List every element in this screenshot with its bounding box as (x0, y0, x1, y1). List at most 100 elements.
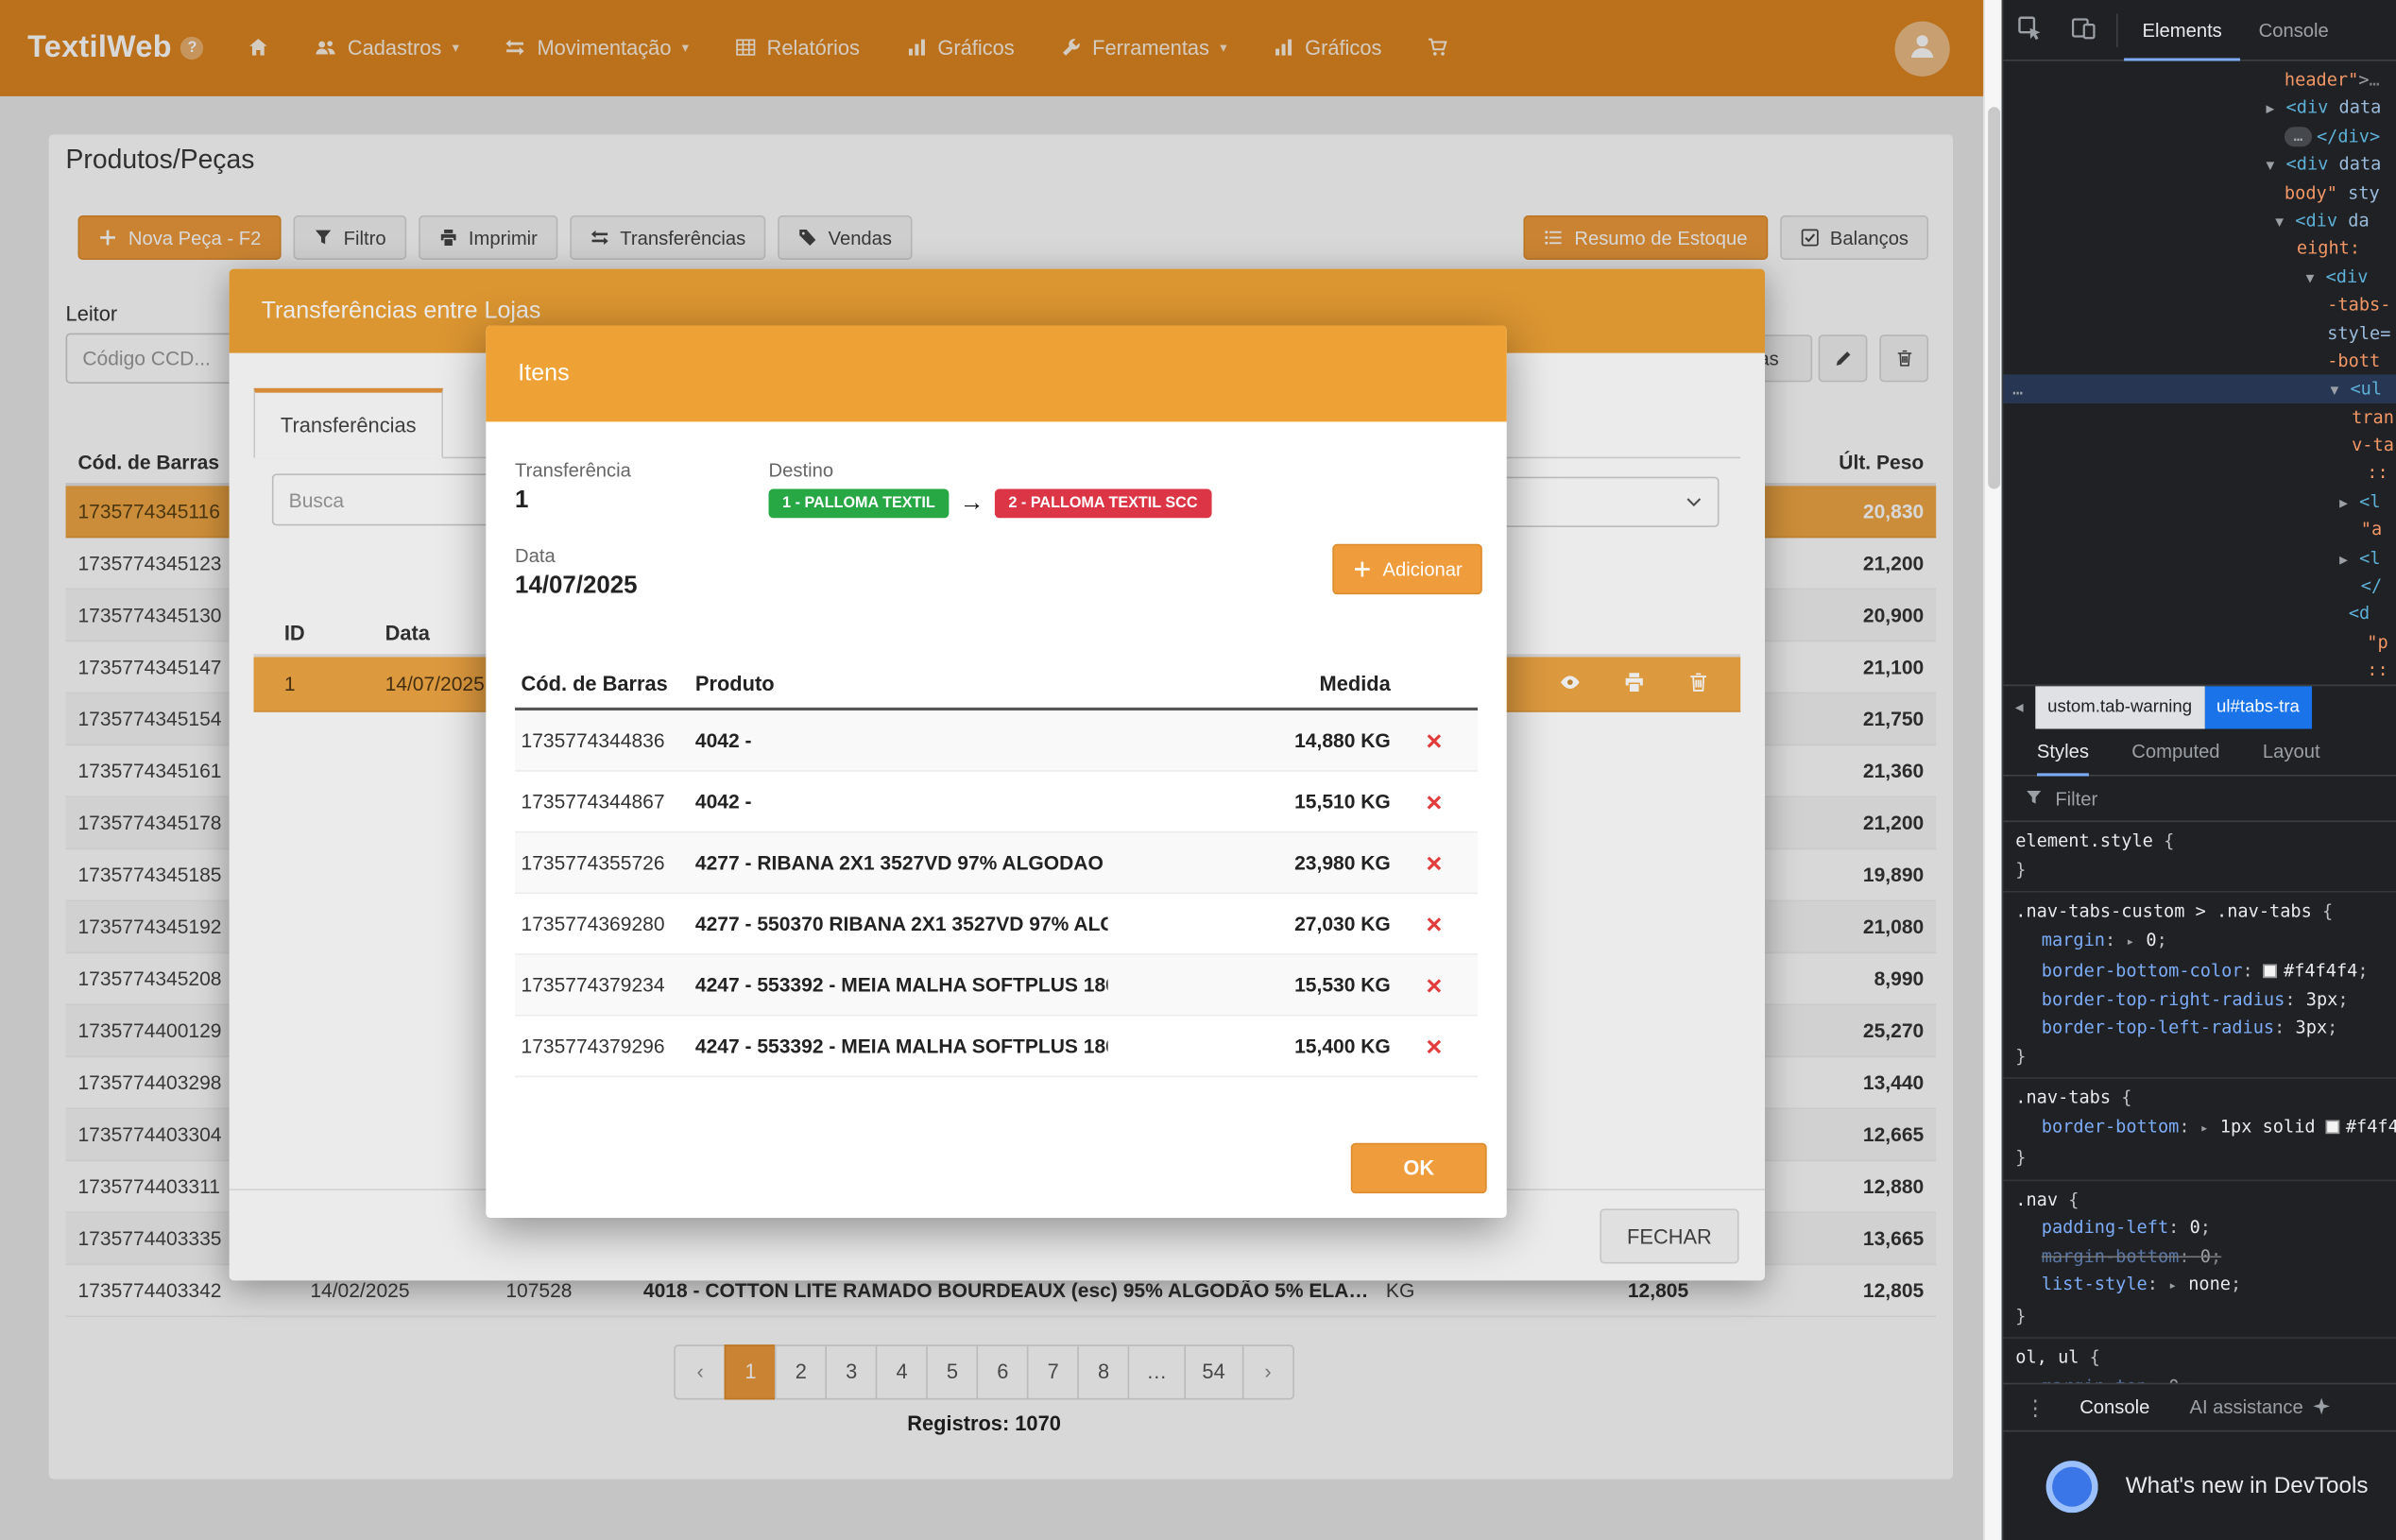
item-product: 4247 - 553392 - MEIA MALHA SOFTPLUS 1801… (695, 973, 1108, 996)
remove-item-icon[interactable]: × (1426, 847, 1442, 878)
css-rule[interactable]: element.style {} (2003, 822, 2396, 892)
ok-button[interactable]: OK (1351, 1143, 1487, 1193)
tree-node[interactable]: -bott (2003, 347, 2396, 375)
breadcrumb-item[interactable]: ustom.tab-warning (2035, 686, 2204, 728)
col-header-barras: Cód. de Barras (515, 673, 695, 695)
css-rule[interactable]: .nav-tabs-custom > .nav-tabs {margin: ▸0… (2003, 893, 2396, 1079)
tree-node[interactable]: :: (2003, 459, 2396, 488)
plus-icon (1352, 557, 1372, 580)
tree-node[interactable]: eight: (2003, 234, 2396, 263)
css-declaration[interactable]: border-top-right-radius: 3px; (2015, 984, 2384, 1013)
elements-tree: header">…▶<div data…</div>▼<div databody… (2003, 61, 2396, 685)
item-row: 17357743448674042 -15,510 KG × (515, 772, 1478, 833)
item-measure: 23,980 KG (1108, 851, 1391, 874)
item-product: 4247 - 553392 - MEIA MALHA SOFTPLUS 1801… (695, 1035, 1108, 1057)
breadcrumb-scroll-left-icon[interactable]: ◄ (2003, 686, 2035, 728)
drawer-tab-ai[interactable]: AI assistance (2174, 1384, 2347, 1431)
styles-filter[interactable]: Filter (2003, 777, 2396, 823)
css-declaration[interactable]: margin-top: 0; (2015, 1372, 2384, 1383)
inspect-icon[interactable] (2003, 14, 2057, 44)
tree-node[interactable]: v-ta (2003, 431, 2396, 459)
tree-node[interactable]: ▼<div (2003, 263, 2396, 291)
item-row: 17357743792344247 - 553392 - MEIA MALHA … (515, 955, 1478, 1017)
remove-item-icon[interactable]: × (1426, 725, 1442, 755)
screen: TextilWeb ? Cadastros▾Movimentação▾Relat… (0, 0, 2396, 1540)
styles-rules: element.style {}.nav-tabs-custom > .nav-… (2003, 822, 2396, 1383)
tree-node[interactable]: </ (2003, 572, 2396, 600)
tree-node[interactable]: body" sty (2003, 179, 2396, 207)
transferencia-label: Transferência (515, 460, 631, 482)
item-product: 4277 - 550370 RIBANA 2X1 3527VD 97% ALGO… (695, 913, 1108, 935)
tree-node[interactable]: ▼<div data (2003, 150, 2396, 179)
tree-node[interactable]: ▼<div da (2003, 206, 2396, 234)
items-modal: Itens Transferência 1 Destino 1 - PALLOM… (486, 325, 1506, 1218)
tree-node[interactable]: ▶<l (2003, 543, 2396, 572)
tree-node[interactable]: ▶<l (2003, 488, 2396, 516)
whats-new-bar[interactable]: What's new in DevTools (2003, 1430, 2396, 1540)
scrollbar-thumb[interactable] (1988, 107, 2000, 488)
page-scrollbar[interactable] (1983, 0, 2001, 1540)
tree-node[interactable]: style= (2003, 318, 2396, 347)
items-table-body: 17357743448364042 -14,880 KG×17357743448… (515, 710, 1478, 1077)
remove-item-icon[interactable]: × (1426, 1031, 1442, 1061)
tab-layout[interactable]: Layout (2263, 741, 2320, 762)
tree-node[interactable]: header">… (2003, 66, 2396, 94)
tree-node[interactable]: tran (2003, 402, 2396, 431)
css-declaration[interactable]: margin-bottom: 0; (2015, 1241, 2384, 1270)
tree-node[interactable]: "p (2003, 627, 2396, 656)
remove-item-icon[interactable]: × (1426, 909, 1442, 939)
tree-node[interactable]: <d (2003, 600, 2396, 628)
tree-node[interactable]: :: (2003, 656, 2396, 684)
css-declaration[interactable]: list-style: ▸none; (2015, 1270, 2384, 1301)
tab-elements[interactable]: Elements (2124, 0, 2240, 60)
device-toolbar-icon[interactable] (2057, 14, 2111, 44)
item-barcode: 1735774369280 (515, 913, 695, 935)
css-declaration[interactable]: margin: ▸0; (2015, 925, 2384, 956)
data-label: Data (515, 545, 556, 567)
items-table-header: Cód. de Barras Produto Medida (515, 660, 1478, 710)
items-modal-title: Itens (518, 360, 569, 387)
divider (2116, 13, 2118, 47)
adicionar-button[interactable]: Adicionar (1332, 544, 1482, 594)
css-rule[interactable]: .nav {padding-left: 0;margin-bottom: 0;l… (2003, 1180, 2396, 1338)
devtools-drawer: ⋮ Console AI assistance (2003, 1383, 2396, 1430)
items-modal-header: Itens (486, 325, 1506, 421)
remove-item-icon[interactable]: × (1426, 969, 1442, 1000)
tree-node[interactable]: …</div> (2003, 122, 2396, 150)
css-declaration[interactable]: border-bottom-color: #f4f4f4; (2015, 956, 2384, 984)
css-declaration[interactable]: border-bottom: ▸1px solid #f4f4f4; (2015, 1112, 2384, 1143)
css-declaration[interactable]: border-top-left-radius: 3px; (2015, 1013, 2384, 1041)
destino-label: Destino (769, 460, 834, 482)
item-measure: 14,880 KG (1108, 728, 1391, 751)
destino-badges: 1 - PALLOMA TEXTIL → 2 - PALLOMA TEXTIL … (769, 489, 1212, 519)
item-barcode: 1735774344867 (515, 790, 695, 813)
css-rule[interactable]: .nav-tabs {border-bottom: ▸1px solid #f4… (2003, 1079, 2396, 1181)
remove-item-icon[interactable]: × (1426, 786, 1442, 816)
tree-node[interactable]: -tabs- (2003, 290, 2396, 318)
collapsed-content-icon[interactable]: … (2285, 127, 2312, 146)
tab-computed[interactable]: Computed (2131, 741, 2219, 762)
tree-node[interactable]: …▼<ul (2003, 375, 2396, 403)
items-table: Cód. de Barras Produto Medida 1735774344… (515, 660, 1478, 1078)
data-value: 14/07/2025 (515, 573, 638, 601)
item-measure: 15,510 KG (1108, 790, 1391, 813)
breadcrumb-item-selected[interactable]: ul#tabs-tra (2204, 686, 2312, 728)
color-swatch[interactable] (2264, 965, 2278, 979)
elements-breadcrumb: ◄ ustom.tab-warning ul#tabs-tra (2003, 685, 2396, 729)
item-row: 17357743792964247 - 553392 - MEIA MALHA … (515, 1017, 1478, 1078)
css-declaration[interactable]: padding-left: 0; (2015, 1213, 2384, 1241)
item-product: 4042 - (695, 728, 1108, 751)
tab-styles[interactable]: Styles (2037, 728, 2089, 776)
drawer-tab-console[interactable]: Console (2064, 1384, 2165, 1431)
css-rule[interactable]: ol, ul {margin-top: 0;} (2003, 1339, 2396, 1383)
item-product: 4042 - (695, 790, 1108, 813)
tree-node[interactable]: ▶<div data (2003, 94, 2396, 122)
tree-node[interactable]: "a (2003, 515, 2396, 543)
devtools-panel: Elements Console header">…▶<div data…</d… (2002, 0, 2396, 1540)
color-swatch[interactable] (2326, 1120, 2340, 1134)
col-header-medida: Medida (1108, 673, 1391, 695)
more-options-icon[interactable]: ⋮ (2015, 1395, 2055, 1420)
item-row: 17357743448364042 -14,880 KG× (515, 710, 1478, 772)
item-measure: 27,030 KG (1108, 913, 1391, 935)
tab-console[interactable]: Console (2240, 0, 2347, 60)
